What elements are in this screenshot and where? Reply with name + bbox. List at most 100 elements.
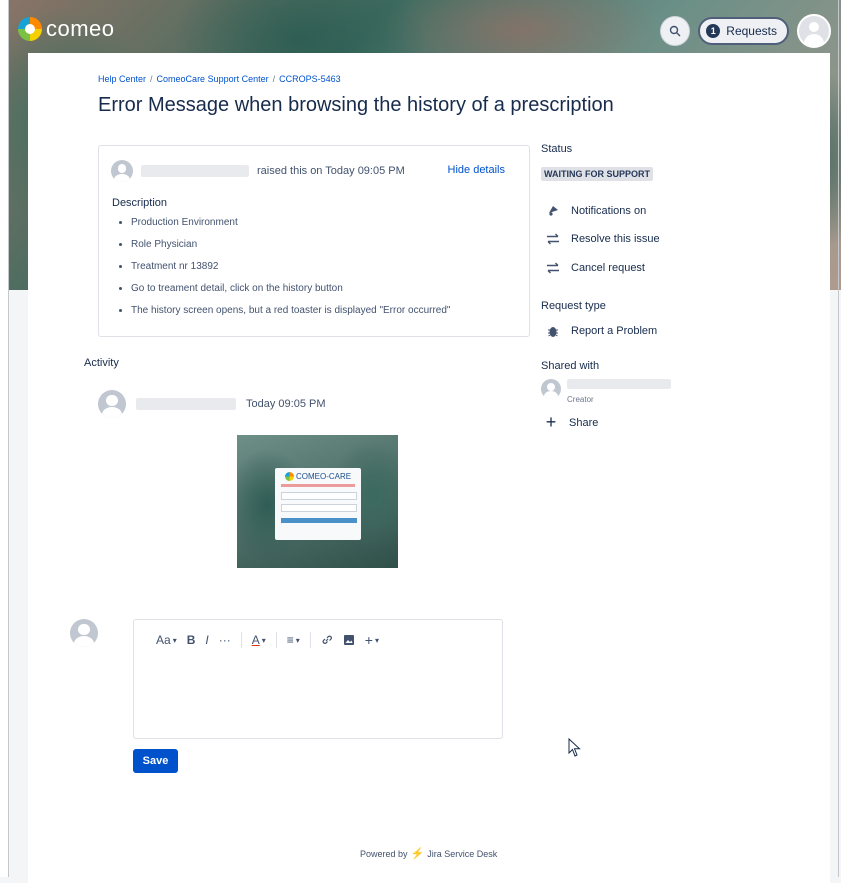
list-button[interactable]: ≡ ▾: [287, 633, 300, 647]
request-details-panel: raised this on Today 09:05 PM Hide detai…: [98, 145, 530, 337]
window-left-border: [8, 0, 9, 877]
bold-button[interactable]: B: [187, 633, 196, 647]
hide-details-link[interactable]: Hide details: [448, 164, 505, 176]
notifications-label: Notifications on: [571, 204, 647, 217]
comeo-care-logo-icon: [285, 472, 294, 481]
user-avatar[interactable]: [797, 14, 831, 48]
commenter-avatar: [98, 390, 126, 418]
requests-label: Requests: [726, 24, 777, 38]
share-button[interactable]: + Share: [543, 412, 599, 433]
reporter-line: raised this on Today 09:05 PM: [111, 160, 405, 182]
shared-user-role: Creator: [567, 395, 594, 404]
shared-user-avatar: [541, 379, 561, 399]
save-button[interactable]: Save: [133, 749, 178, 773]
cancel-request-action[interactable]: Cancel request: [545, 262, 645, 274]
notifications-toggle[interactable]: Notifications on: [545, 204, 646, 217]
shared-user: Creator: [541, 379, 671, 407]
footer: Powered by ⚡ Jira Service Desk: [360, 847, 497, 860]
editor-toolbar: Aa ▾ B I ··· A ▾ ≡ ▾ + ▾: [156, 632, 379, 648]
breadcrumb: Help Center / ComeoCare Support Center / CCR…: [98, 74, 341, 84]
cancel-request-label: Cancel request: [571, 262, 645, 274]
description-heading: Description: [112, 197, 168, 209]
screenshot-error-text: [281, 484, 355, 487]
list-item: Go to treament detail, click on the hist…: [131, 278, 450, 300]
list-item: The history screen opens, but a red toas…: [131, 300, 450, 322]
italic-icon: I: [205, 633, 209, 647]
transition-icon: [545, 233, 561, 245]
text-style-label: Aa: [156, 633, 171, 647]
image-button[interactable]: [343, 634, 355, 646]
reporter-avatar: [111, 160, 133, 182]
search-button[interactable]: [660, 16, 691, 46]
activity-time: Today 09:05 PM: [246, 398, 326, 410]
current-user-avatar: [70, 619, 98, 647]
raised-text: raised this on Today 09:05 PM: [257, 165, 405, 177]
comeo-logo-icon: [18, 17, 42, 41]
comment-editor[interactable]: Aa ▾ B I ··· A ▾ ≡ ▾ + ▾: [133, 619, 503, 739]
powered-by-text: Powered by: [360, 848, 408, 859]
breadcrumb-separator: /: [272, 74, 276, 84]
chevron-down-icon: ▾: [261, 635, 266, 645]
chevron-down-icon: ▾: [374, 635, 379, 645]
breadcrumb-separator: /: [150, 74, 153, 84]
more-formatting-button[interactable]: ···: [219, 633, 231, 647]
breadcrumb-support-center[interactable]: ComeoCare Support Center: [157, 74, 269, 84]
breadcrumb-help-center[interactable]: Help Center: [98, 74, 146, 84]
reporter-name-redacted: [141, 165, 249, 177]
text-color-icon: A: [251, 633, 260, 647]
attachment-thumbnail[interactable]: COMEO-CARE: [237, 435, 398, 568]
text-style-dropdown[interactable]: Aa ▾: [156, 633, 177, 647]
commenter-name-redacted: [136, 398, 236, 410]
status-badge: WAITING FOR SUPPORT: [541, 167, 654, 181]
italic-button[interactable]: I: [205, 633, 208, 647]
page-title: Error Message when browsing the history …: [98, 94, 614, 116]
more-icon: ···: [218, 633, 231, 647]
toolbar-divider: [275, 632, 277, 648]
shared-user-info: Creator: [567, 379, 671, 407]
bell-icon: [545, 204, 561, 217]
list-item: Treatment nr 13892: [131, 256, 450, 278]
request-card: Help Center / ComeoCare Support Center / CCR…: [28, 53, 830, 883]
resolve-issue-action[interactable]: Resolve this issue: [545, 233, 660, 245]
request-type-row: Report a Problem: [545, 324, 657, 338]
activity-heading: Activity: [84, 357, 119, 369]
bug-icon: [545, 324, 561, 338]
insert-button[interactable]: + ▾: [365, 632, 379, 648]
header-actions: 1 Requests: [660, 14, 831, 48]
brand-logo[interactable]: comeo: [18, 16, 115, 42]
list-item: Role Physician: [131, 234, 450, 256]
shared-with-heading: Shared with: [541, 360, 600, 372]
link-icon: [322, 635, 332, 644]
bold-icon: B: [186, 633, 196, 647]
image-icon: [343, 635, 354, 645]
shared-user-name-redacted: [567, 379, 671, 389]
status-heading: Status: [541, 143, 573, 155]
requests-button[interactable]: 1 Requests: [698, 17, 789, 45]
footer-product[interactable]: Jira Service Desk: [427, 849, 497, 859]
search-icon: [670, 25, 681, 37]
jira-bolt-icon: ⚡: [410, 848, 425, 860]
share-label: Share: [569, 416, 599, 429]
list-item: Production Environment: [131, 212, 450, 234]
plus-icon: +: [364, 632, 373, 648]
link-button[interactable]: [321, 634, 333, 646]
screenshot-login-card: COMEO-CARE: [275, 468, 361, 540]
window-right-border: [838, 0, 839, 877]
text-color-button[interactable]: A ▾: [252, 633, 266, 647]
plus-icon: +: [545, 412, 557, 432]
request-type-heading: Request type: [541, 300, 606, 312]
screenshot-password-field: [281, 504, 357, 512]
screenshot-logo: COMEO-CARE: [285, 472, 351, 481]
screenshot-username-field: [281, 492, 357, 500]
chevron-down-icon: ▾: [172, 635, 177, 645]
description-list: Production Environment Role Physician Tr…: [111, 212, 450, 322]
requests-count-badge: 1: [706, 24, 721, 38]
transition-icon: [545, 262, 561, 274]
list-icon: ≡: [286, 633, 294, 647]
window-left-edge: [0, 0, 8, 877]
screenshot-login-button: [281, 518, 357, 523]
chevron-down-icon: ▾: [295, 635, 300, 645]
resolve-issue-label: Resolve this issue: [571, 233, 660, 245]
breadcrumb-issue-key[interactable]: CCROPS-5463: [279, 74, 341, 84]
brand-name: comeo: [46, 16, 115, 41]
